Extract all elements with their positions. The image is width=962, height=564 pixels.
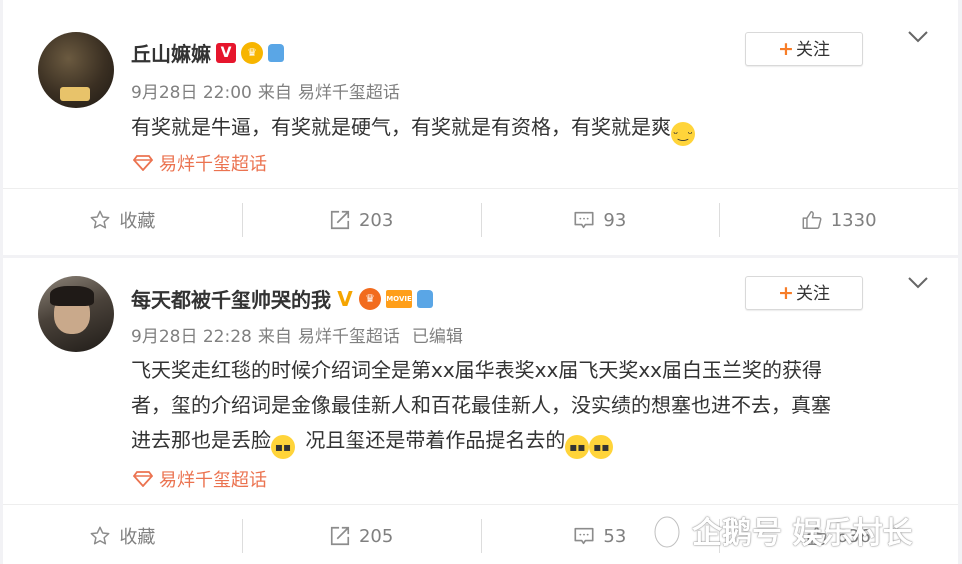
repost-icon [330, 526, 350, 546]
post-meta: 9月28日 22:00 来自 易烊千玺超话 [131, 78, 406, 103]
watermark: 企鹅号 娱乐村长 [650, 508, 912, 552]
post-text-line: 进去那也是丢脸 [131, 428, 271, 452]
user-header: 每天都被千玺帅哭的我 V ♛ MOVIE [131, 284, 433, 313]
post-source[interactable]: 易烊千玺超话 [298, 327, 400, 347]
favorite-label: 收藏 [119, 211, 156, 232]
post-text-line: 飞天奖走红毯的时候介绍词全是第xx届华表奖xx届飞天奖xx届白玉兰奖的获得 [131, 358, 823, 382]
post-card: 丘山嫲嫲 V ♛ 9月28日 22:00 来自 易烊千玺超话 有奖就是牛逼，有奖就是… [3, 0, 958, 255]
comment-count: 53 [603, 525, 627, 547]
chevron-down-icon[interactable] [907, 28, 929, 49]
like-icon [802, 211, 822, 229]
repost-button[interactable]: 205 [241, 516, 481, 556]
favorite-button[interactable]: 收藏 [3, 516, 242, 556]
repost-count: 205 [358, 525, 394, 547]
username[interactable]: 每天都被千玺帅哭的我 [131, 284, 331, 313]
cool-emoji-icon: ▪▪ [271, 435, 295, 459]
crown-badge-icon[interactable]: ♛ [241, 41, 263, 64]
verified-badge[interactable]: V [336, 289, 354, 309]
bag-badge-icon[interactable] [417, 289, 433, 308]
verified-badge[interactable]: V [216, 42, 236, 63]
follow-button[interactable]: + 关注 [745, 32, 863, 66]
post-text: 飞天奖走红毯的时候介绍词全是第xx届华表奖xx届飞天奖xx届白玉兰奖的获得 者，… [131, 353, 921, 459]
post-source[interactable]: 易烊千玺超话 [298, 83, 400, 103]
bag-badge-icon[interactable] [268, 43, 284, 62]
favorite-button[interactable]: 收藏 [3, 200, 242, 240]
topic-label[interactable]: 易烊千玺超话 [159, 466, 267, 492]
post-text: 有奖就是牛逼，有奖就是硬气，有奖就是有资格，有奖就是爽 ᵕ‿ᵕ [131, 110, 921, 146]
comment-count: 93 [603, 209, 627, 231]
follow-label: 关注 [795, 284, 830, 304]
topic-link[interactable]: 易烊千玺超话 [133, 150, 267, 176]
star-icon [90, 526, 110, 545]
repost-count: 203 [358, 209, 394, 231]
repost-icon [330, 210, 350, 230]
divider [3, 504, 958, 505]
cool-emoji-icon: ▪▪ [565, 435, 590, 459]
avatar[interactable] [38, 32, 114, 108]
like-count: 1330 [830, 209, 877, 231]
post-actions: 收藏 203 93 1330 [3, 200, 958, 240]
source-prefix: 来自 [257, 327, 292, 347]
post-meta: 9月28日 22:28 来自 易烊千玺超话 已编辑 [131, 322, 469, 347]
username[interactable]: 丘山嫲嫲 [131, 38, 211, 67]
topic-label[interactable]: 易烊千玺超话 [159, 150, 267, 176]
source-prefix: 来自 [257, 83, 292, 103]
topic-diamond-icon [133, 471, 153, 487]
watermark-text: 企鹅号 娱乐村长 [692, 516, 913, 551]
topic-link[interactable]: 易烊千玺超话 [133, 466, 267, 492]
topic-diamond-icon [133, 155, 153, 171]
post-text-line: 况且玺还是带着作品提名去的 [305, 428, 566, 452]
edited-label[interactable]: 已编辑 [412, 327, 463, 347]
star-icon [90, 210, 110, 229]
crown-badge-icon[interactable]: ♛ [359, 287, 381, 310]
post-time[interactable]: 9月28日 22:28 [131, 327, 252, 347]
like-button[interactable]: 1330 [719, 200, 958, 240]
post-time[interactable]: 9月28日 22:00 [131, 83, 252, 103]
avatar[interactable] [38, 276, 114, 352]
follow-button[interactable]: + 关注 [745, 276, 863, 310]
comment-icon [574, 527, 594, 545]
comment-icon [574, 211, 594, 229]
chevron-down-icon[interactable] [907, 274, 929, 295]
comment-button[interactable]: 93 [480, 200, 720, 240]
movie-badge[interactable]: MOVIE [386, 289, 412, 308]
post-text-line: 者，玺的介绍词是金像最佳新人和百花最佳新人，没实绩的想塞也进不去，真塞 [131, 393, 831, 417]
cool-emoji-icon: ▪▪ [589, 435, 614, 459]
grin-emoji-icon: ᵕ‿ᵕ [671, 122, 695, 146]
user-header: 丘山嫲嫲 V ♛ [131, 38, 284, 67]
penguin-logo-icon [653, 515, 681, 549]
repost-button[interactable]: 203 [241, 200, 481, 240]
post-text-content: 有奖就是牛逼，有奖就是硬气，有奖就是有资格，有奖就是爽 [131, 115, 671, 139]
follow-label: 关注 [795, 40, 830, 60]
favorite-label: 收藏 [119, 527, 156, 548]
divider [3, 188, 958, 189]
